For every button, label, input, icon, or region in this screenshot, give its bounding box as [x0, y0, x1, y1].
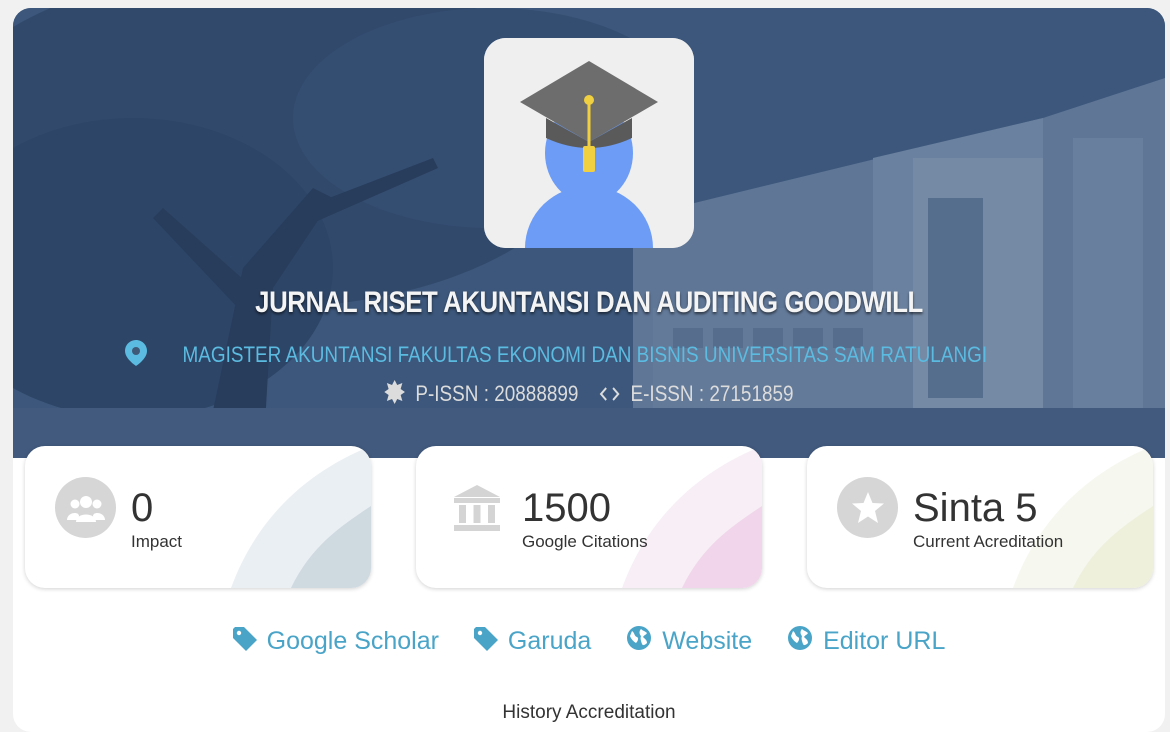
- journal-affiliation[interactable]: MAGISTER AKUNTANSI FAKULTAS EKONOMI DAN …: [13, 340, 1165, 368]
- p-issn: P-ISSN : 20888899: [415, 381, 579, 406]
- garuda-link[interactable]: Garuda: [473, 627, 592, 656]
- affiliation-text: MAGISTER AKUNTANSI FAKULTAS EKONOMI DAN …: [182, 342, 988, 367]
- external-links: Google Scholar Garuda Website Editor URL: [13, 625, 1165, 656]
- accreditation-label: Current Acreditation: [913, 532, 1064, 551]
- star-icon: [837, 477, 898, 538]
- tag-icon: [473, 627, 498, 651]
- editor-url-label: Editor URL: [823, 627, 946, 655]
- history-accreditation-heading: History Accreditation: [502, 702, 676, 723]
- impact-card: 0 Impact: [25, 446, 371, 588]
- editor-url-link[interactable]: Editor URL: [787, 625, 945, 656]
- users-icon: [55, 477, 116, 538]
- journal-card: JURNAL RISET AKUNTANSI DAN AUDITING GOOD…: [13, 8, 1165, 732]
- citations-label: Google Citations: [522, 532, 648, 551]
- accreditation-value: Sinta 5: [913, 486, 1038, 530]
- citations-card: 1500 Google Citations: [416, 446, 762, 588]
- globe-icon: [788, 626, 813, 650]
- citations-value: 1500: [522, 486, 611, 530]
- website-label: Website: [662, 627, 753, 655]
- impact-label: Impact: [131, 532, 183, 551]
- globe-icon: [627, 626, 652, 650]
- graduate-avatar-icon: [484, 38, 694, 248]
- bank-icon: [446, 477, 507, 538]
- journal-title: JURNAL RISET AKUNTANSI DAN AUDITING GOOD…: [255, 286, 923, 319]
- issn-row: P-ISSN : 20888899 E-ISSN : 27151859: [13, 380, 1165, 407]
- impact-value: 0: [131, 486, 154, 530]
- e-issn: E-ISSN : 27151859: [630, 381, 794, 406]
- journal-logo: [484, 38, 694, 248]
- tag-icon: [232, 627, 257, 651]
- google-scholar-label: Google Scholar: [266, 627, 439, 655]
- accreditation-card: Sinta 5 Current Acreditation: [807, 446, 1153, 588]
- badge-icon: [384, 380, 406, 404]
- google-scholar-link[interactable]: Google Scholar: [232, 627, 439, 656]
- code-icon: [599, 387, 620, 401]
- website-link[interactable]: Website: [626, 625, 752, 656]
- hero-banner: JURNAL RISET AKUNTANSI DAN AUDITING GOOD…: [13, 8, 1165, 458]
- map-pin-icon: [125, 340, 148, 366]
- decorative-wave: [231, 446, 371, 588]
- garuda-label: Garuda: [507, 627, 592, 655]
